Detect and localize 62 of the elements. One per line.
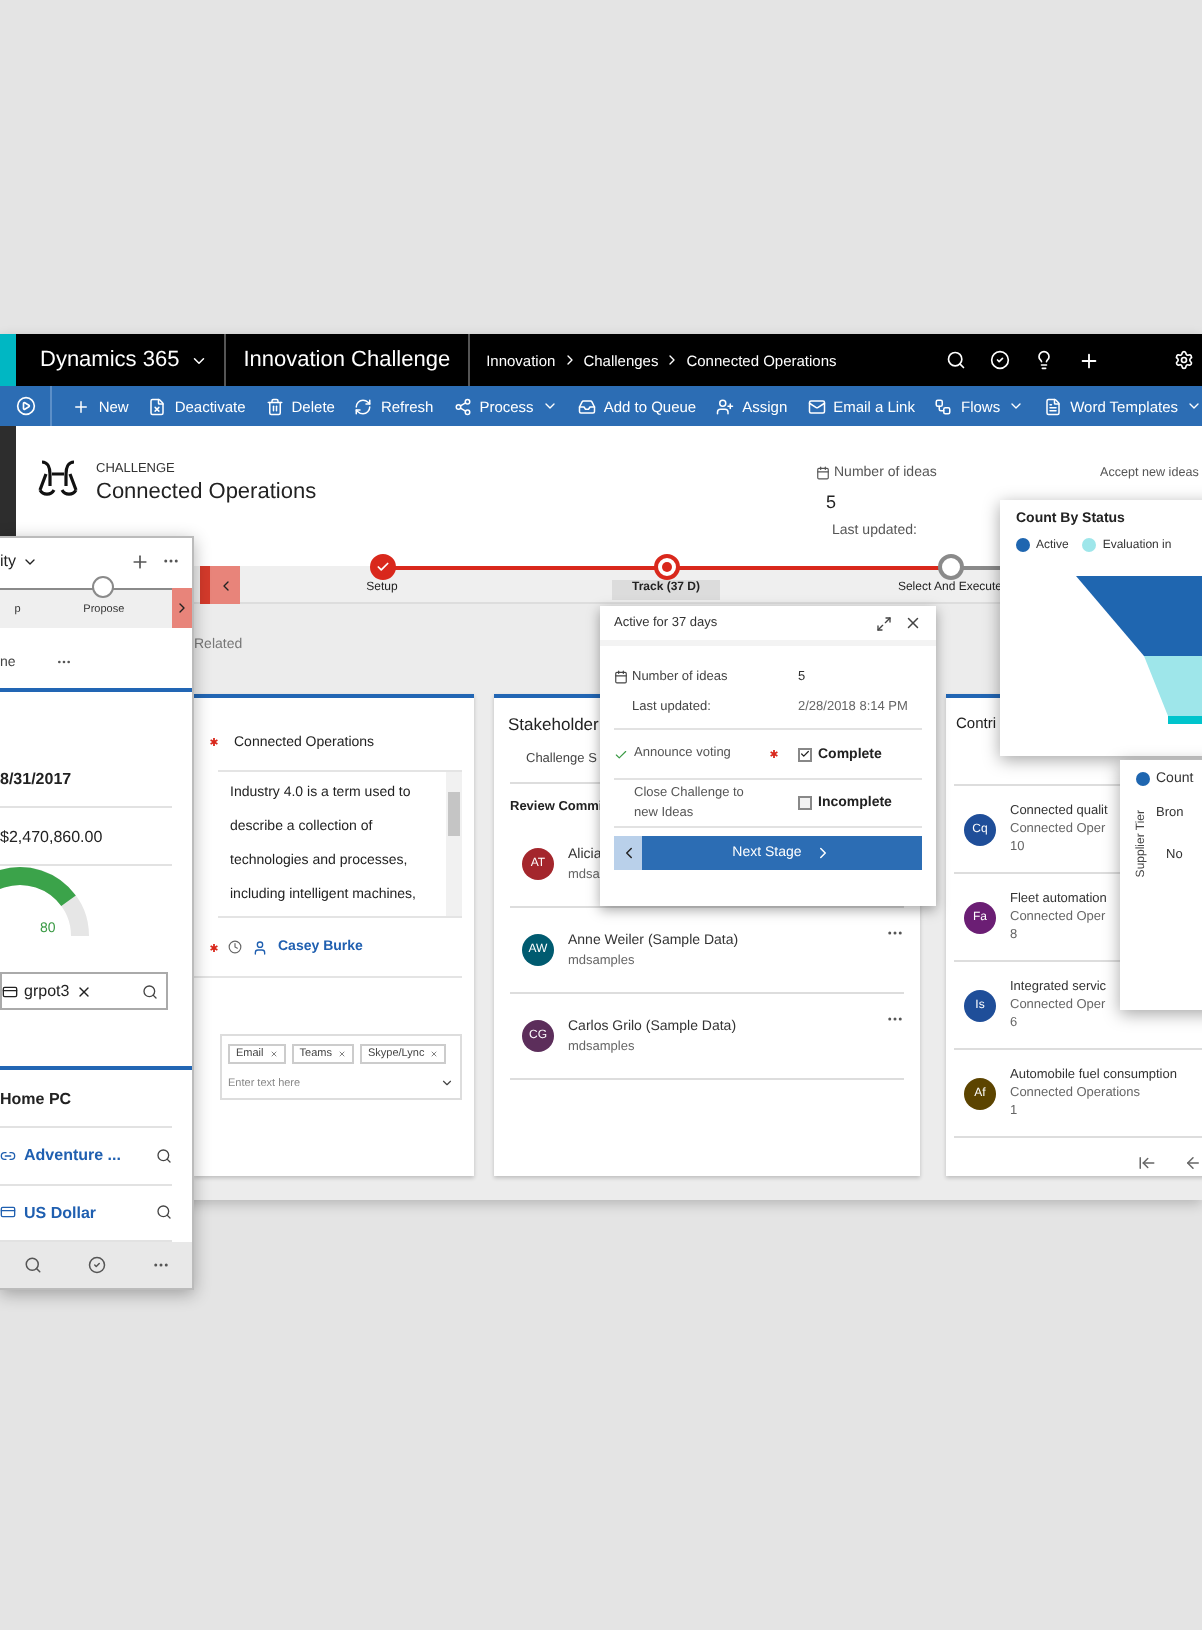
checkbox[interactable] [798, 747, 812, 761]
stage-marker[interactable] [369, 554, 395, 580]
share-icon [453, 397, 472, 415]
currency-link[interactable]: US Dollar [24, 1203, 148, 1222]
search-icon[interactable] [142, 983, 158, 1000]
previous-page-icon[interactable] [1184, 1154, 1202, 1172]
chevron-down-icon [1008, 398, 1025, 414]
plus-icon [72, 397, 91, 415]
card-title: Stakeholder [508, 714, 599, 734]
lightbulb-icon[interactable] [1034, 350, 1054, 370]
check-icon [375, 560, 389, 574]
required-mark-icon [210, 738, 218, 746]
chevron-down-icon[interactable] [440, 1076, 454, 1090]
lookup-field[interactable]: grpot3 [0, 971, 168, 1011]
scrollbar-thumb[interactable] [448, 792, 460, 836]
stage-marker[interactable] [92, 576, 115, 599]
stage-marker[interactable] [937, 554, 963, 580]
close-button[interactable] [904, 614, 922, 632]
checkbox[interactable] [798, 796, 812, 810]
settings-icon[interactable] [1174, 350, 1194, 370]
date-value: 8/31/2017 [0, 769, 72, 788]
close-icon [904, 614, 922, 632]
record-icon [0, 1147, 16, 1164]
first-page-icon[interactable] [1138, 1154, 1156, 1172]
search-icon[interactable] [156, 1204, 172, 1221]
refresh-icon [354, 397, 373, 415]
calendar-icon [816, 466, 830, 480]
calendar-icon [614, 670, 628, 684]
chevron-down-icon [541, 398, 558, 414]
plus-icon[interactable] [1078, 349, 1100, 371]
inbox-icon [577, 397, 596, 415]
stage-marker[interactable] [653, 554, 679, 580]
field-value: 5 [824, 492, 839, 512]
document-icon [1044, 397, 1063, 415]
accent-bar [0, 334, 16, 386]
view-selector[interactable]: ity [0, 552, 118, 571]
record-icon [0, 1204, 16, 1221]
record-title: Connected Operations [96, 480, 317, 504]
required-mark-icon [770, 749, 778, 757]
play-icon [15, 396, 36, 416]
expand-icon [876, 615, 892, 631]
record-icon [2, 983, 18, 1000]
previous-stage-button[interactable] [614, 836, 642, 870]
account-link[interactable]: Adventure ... [24, 1146, 148, 1165]
remove-icon[interactable] [75, 983, 92, 1000]
document-icon [148, 397, 167, 415]
check-icon [614, 747, 628, 761]
clock-icon [228, 940, 242, 954]
trash-icon [265, 397, 284, 415]
search-icon[interactable] [156, 1147, 172, 1164]
person-icon [252, 939, 268, 955]
person-add-icon [716, 397, 735, 415]
machine-value: Home PC [0, 1089, 72, 1108]
chevron-down-icon [1186, 398, 1202, 414]
required-mark-icon [210, 943, 218, 951]
expand-button[interactable] [876, 615, 892, 631]
flow-icon [934, 397, 953, 415]
binoculars-logo-icon [36, 456, 80, 500]
task-icon[interactable] [87, 1255, 105, 1274]
search-icon[interactable] [23, 1255, 41, 1274]
mail-icon [807, 397, 826, 415]
amount-value: $2,470,860.00 [0, 827, 103, 846]
